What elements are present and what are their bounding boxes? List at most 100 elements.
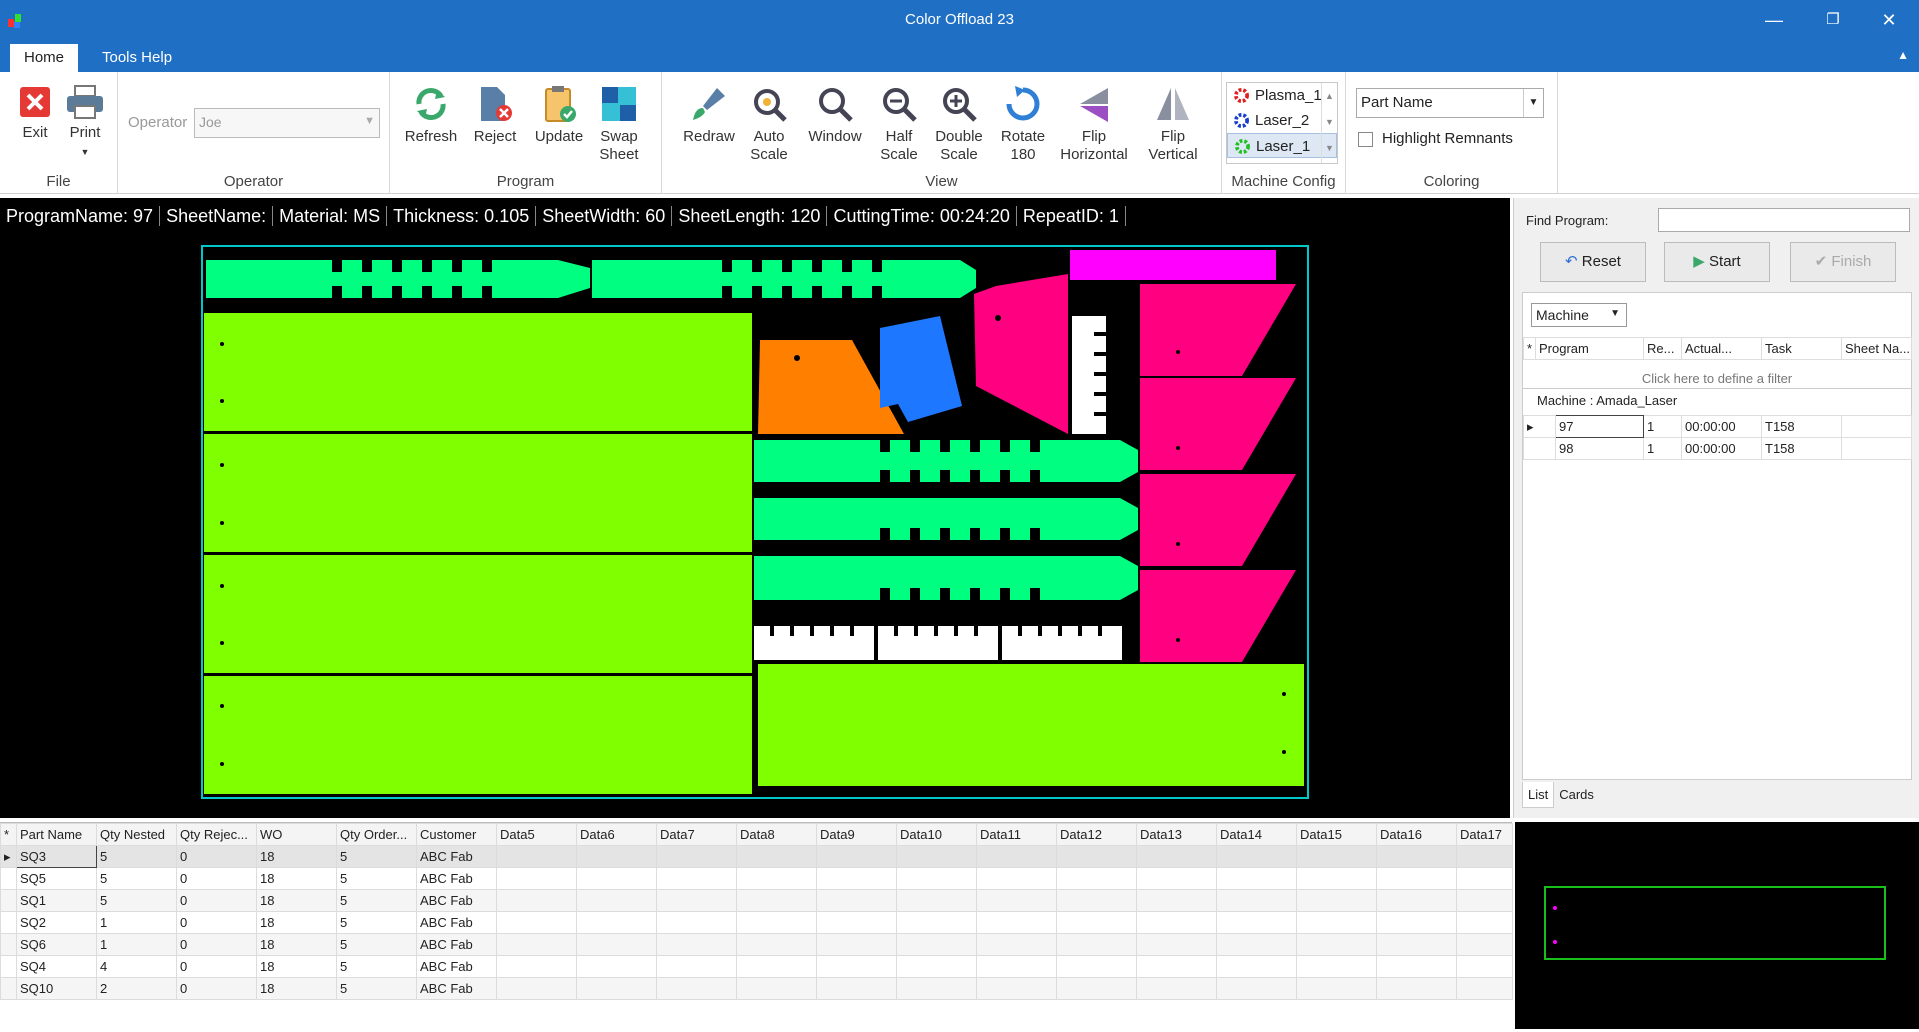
parts-cell[interactable]: 18 — [256, 889, 337, 912]
finish-button[interactable]: ✔ Finish — [1790, 242, 1896, 282]
parts-cell[interactable] — [896, 889, 977, 912]
parts-cell[interactable] — [496, 933, 577, 956]
tab-cards[interactable]: Cards — [1554, 782, 1599, 807]
parts-cell[interactable] — [976, 911, 1057, 934]
parts-row[interactable]: ▸ SQ3 5 0 18 5 ABC Fab — [0, 845, 1513, 868]
parts-cell[interactable]: ABC Fab — [416, 845, 497, 868]
column-header[interactable]: Part Name — [16, 823, 97, 846]
task-cell[interactable]: T158 — [1761, 437, 1842, 460]
parts-cell[interactable] — [736, 889, 817, 912]
nest-canvas[interactable]: ProgramName: 97 SheetName: Material: MS Thi… — [0, 198, 1510, 818]
reset-button[interactable]: ↶ Reset — [1540, 242, 1646, 282]
column-header[interactable]: Qty Rejec... — [176, 823, 257, 846]
coloring-select[interactable]: Part Name ▼ — [1356, 88, 1544, 118]
parts-cell[interactable] — [1376, 867, 1457, 890]
parts-cell[interactable] — [1376, 933, 1457, 956]
parts-cell[interactable] — [1296, 977, 1377, 1000]
parts-cell[interactable] — [576, 911, 657, 934]
parts-cell[interactable] — [1216, 867, 1297, 890]
group-row[interactable]: Machine : Amada_Laser — [1537, 393, 1677, 408]
parts-cell[interactable] — [896, 977, 977, 1000]
parts-cell[interactable]: ABC Fab — [416, 933, 497, 956]
column-header[interactable]: Data15 — [1296, 823, 1377, 846]
parts-cell[interactable] — [976, 933, 1057, 956]
parts-cell[interactable] — [896, 955, 977, 978]
parts-cell[interactable] — [816, 889, 897, 912]
column-header[interactable]: Data7 — [656, 823, 737, 846]
redraw-button[interactable]: Redraw — [676, 84, 742, 146]
column-header[interactable]: Data11 — [976, 823, 1057, 846]
column-header[interactable]: Data14 — [1216, 823, 1297, 846]
parts-cell[interactable] — [1056, 977, 1137, 1000]
operator-combo[interactable]: Joe ▼ — [194, 108, 380, 138]
rotate-180-button[interactable]: Rotate 180 — [990, 84, 1056, 164]
parts-cell[interactable] — [1216, 933, 1297, 956]
sheet-name-cell[interactable] — [1841, 437, 1912, 460]
parts-cell[interactable]: 18 — [256, 845, 337, 868]
start-button[interactable]: ▶ Start — [1664, 242, 1770, 282]
parts-cell[interactable] — [576, 955, 657, 978]
parts-cell[interactable] — [576, 889, 657, 912]
parts-cell[interactable] — [816, 977, 897, 1000]
update-button[interactable]: Update — [526, 84, 592, 146]
parts-cell[interactable] — [496, 845, 577, 868]
column-header[interactable]: Data9 — [816, 823, 897, 846]
parts-cell[interactable]: 5 — [96, 845, 177, 868]
parts-cell[interactable] — [816, 911, 897, 934]
parts-cell[interactable] — [976, 889, 1057, 912]
reject-button[interactable]: Reject — [462, 84, 528, 146]
parts-cell[interactable] — [496, 867, 577, 890]
column-header[interactable]: Data6 — [576, 823, 657, 846]
parts-cell[interactable] — [1056, 889, 1137, 912]
machine-list-scrollbar[interactable]: ▲ ▼ ▼ — [1321, 83, 1337, 163]
column-header[interactable]: Actual... — [1681, 337, 1762, 360]
column-header[interactable]: Data17 — [1456, 823, 1513, 846]
parts-cell[interactable] — [816, 845, 897, 868]
filter-row[interactable]: Click here to define a filter — [1523, 371, 1911, 389]
actual-cell[interactable]: 00:00:00 — [1681, 415, 1762, 438]
column-header[interactable]: Re... — [1643, 337, 1682, 360]
parts-cell[interactable] — [976, 867, 1057, 890]
parts-cell[interactable] — [1056, 867, 1137, 890]
parts-cell[interactable] — [1296, 867, 1377, 890]
parts-cell[interactable]: 0 — [176, 867, 257, 890]
parts-cell[interactable]: ABC Fab — [416, 889, 497, 912]
parts-cell[interactable] — [1216, 845, 1297, 868]
collapse-ribbon-icon[interactable]: ▲ — [1897, 48, 1909, 62]
parts-cell[interactable] — [656, 867, 737, 890]
parts-cell[interactable] — [976, 955, 1057, 978]
parts-cell[interactable] — [1456, 889, 1513, 912]
repeat-cell[interactable]: 1 — [1643, 437, 1682, 460]
parts-cell[interactable] — [816, 933, 897, 956]
column-header[interactable]: Qty Nested — [96, 823, 177, 846]
parts-row[interactable]: SQ1 5 0 18 5 ABC Fab — [0, 889, 1513, 912]
parts-cell[interactable] — [816, 955, 897, 978]
parts-cell[interactable]: 1 — [96, 911, 177, 934]
parts-cell[interactable] — [496, 955, 577, 978]
parts-cell[interactable] — [576, 867, 657, 890]
column-header[interactable]: Data5 — [496, 823, 577, 846]
column-header[interactable]: Task — [1761, 337, 1842, 360]
group-by-select[interactable]: Machine ▼ — [1531, 303, 1627, 327]
program-cell[interactable]: 98 — [1555, 437, 1644, 460]
parts-cell[interactable] — [1136, 867, 1217, 890]
parts-cell[interactable] — [656, 955, 737, 978]
sheet-name-cell[interactable] — [1841, 415, 1912, 438]
parts-cell[interactable]: SQ1 — [16, 889, 97, 912]
parts-cell[interactable] — [1296, 911, 1377, 934]
parts-cell[interactable] — [736, 933, 817, 956]
parts-cell[interactable] — [976, 845, 1057, 868]
parts-cell[interactable] — [1136, 845, 1217, 868]
parts-cell[interactable]: SQ3 — [16, 845, 97, 868]
column-header[interactable]: Program — [1535, 337, 1644, 360]
parts-cell[interactable] — [976, 977, 1057, 1000]
auto-scale-button[interactable]: Auto Scale — [736, 84, 802, 164]
parts-cell[interactable] — [1376, 955, 1457, 978]
parts-cell[interactable] — [576, 977, 657, 1000]
half-scale-button[interactable]: Half Scale — [866, 84, 932, 164]
parts-cell[interactable]: 0 — [176, 845, 257, 868]
parts-cell[interactable]: 18 — [256, 933, 337, 956]
parts-cell[interactable]: SQ10 — [16, 977, 97, 1000]
swap-sheet-button[interactable]: Swap Sheet — [586, 84, 652, 164]
find-program-input[interactable] — [1658, 208, 1910, 232]
